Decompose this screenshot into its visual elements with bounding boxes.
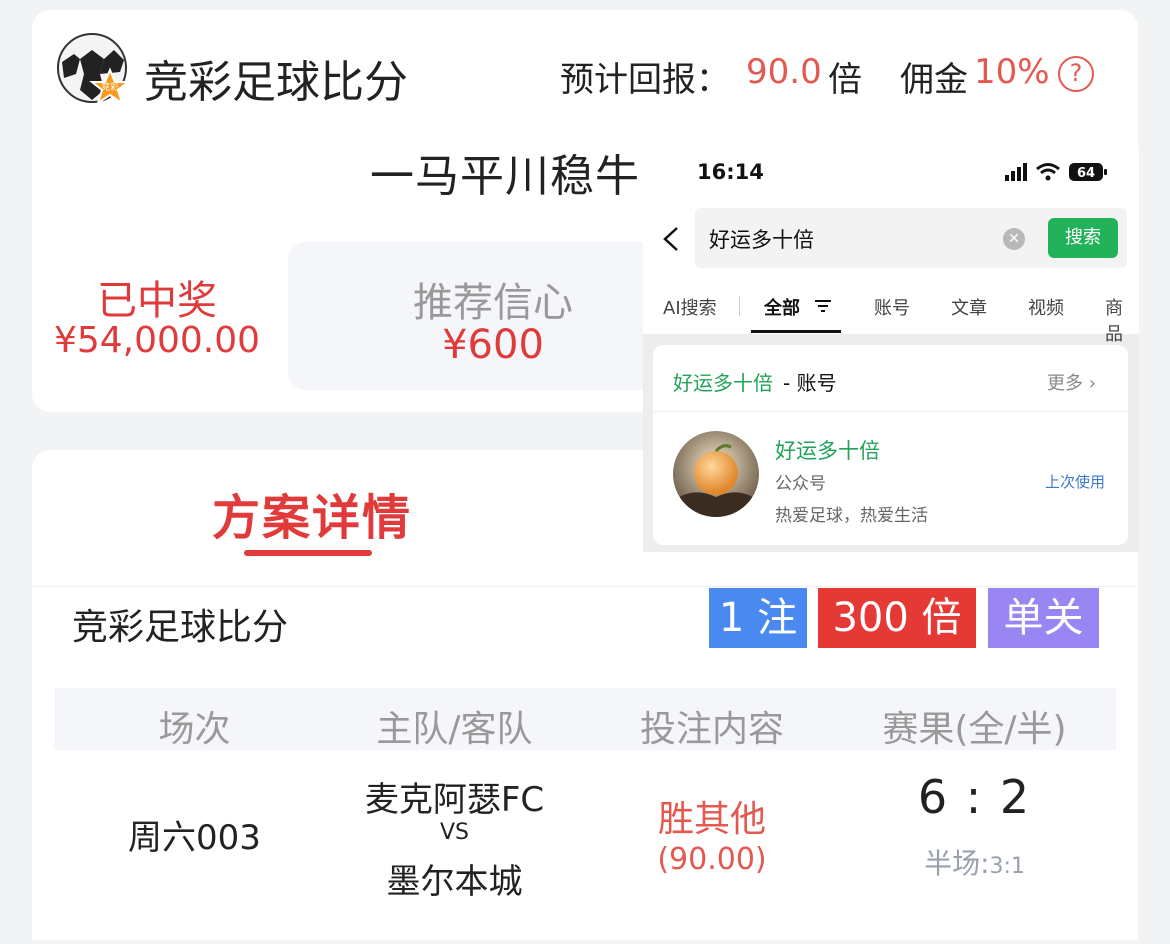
account-bio: 热爱足球，热爱生活: [775, 506, 928, 526]
result-header-suffix: - 账号: [783, 371, 837, 395]
help-icon[interactable]: ?: [1058, 56, 1094, 92]
result-header-name: 好运多十倍: [673, 371, 773, 395]
away-team: 墨尔本城: [386, 862, 523, 902]
account-result-card[interactable]: 好运多十倍 - 账号 更多 › 好运多十倍 公众号 热爱足球，热爱生活 上次使用: [653, 345, 1128, 545]
last-used-badge: 上次使用: [1045, 473, 1106, 491]
bet-odds: (90.00): [657, 842, 767, 877]
won-amount: ¥54,000.00: [53, 320, 261, 361]
svg-text:竞彩: 竞彩: [101, 81, 119, 93]
tab-products[interactable]: 商品: [1105, 294, 1139, 346]
back-chevron-icon[interactable]: [659, 224, 683, 254]
half-time-score: 半场:3:1: [852, 842, 1097, 882]
confidence-value: ¥600: [442, 322, 544, 368]
confidence-label: 推荐信心: [413, 280, 573, 326]
divider: [32, 586, 1138, 587]
status-time: 16:14: [697, 160, 764, 184]
more-label: 更多: [1047, 373, 1083, 394]
notes-count-badge: 1 注: [709, 588, 807, 648]
battery-level: 64: [1077, 166, 1095, 181]
tab-active-indicator: [751, 330, 841, 333]
status-icons: 64: [1003, 160, 1113, 184]
author-name: 一马平川稳牛: [370, 151, 640, 202]
search-header: 16:14 64 好运多十倍 ✕ 搜索 AI搜索 全部 账号 文章 视频 商品: [643, 148, 1139, 345]
account-type: 公众号: [775, 474, 826, 494]
column-header-teams: 主队/客队: [376, 709, 533, 750]
half-time-value: 3:1: [989, 854, 1025, 879]
column-header-result: 赛果(全/半): [882, 709, 1067, 750]
filter-icon[interactable]: [813, 298, 833, 314]
full-time-score: 6 : 2: [917, 770, 1032, 824]
tab-plan-details[interactable]: 方案详情: [212, 478, 412, 548]
tab-accounts[interactable]: 账号: [874, 294, 910, 320]
match-session: 周六003: [128, 818, 261, 858]
football-logo-icon: 竞彩: [56, 32, 134, 110]
commission-label: 佣金: [900, 60, 968, 100]
tab-active-indicator: [244, 550, 372, 556]
search-input[interactable]: 好运多十倍 ✕ 搜索: [695, 208, 1127, 268]
tab-videos[interactable]: 视频: [1028, 294, 1064, 320]
tab-ai-search[interactable]: AI搜索: [663, 294, 717, 320]
tab-all[interactable]: 全部: [764, 294, 800, 320]
bet-content: 胜其他: [657, 799, 766, 840]
search-button[interactable]: 搜索: [1048, 218, 1118, 258]
chevron-right-icon: ›: [1088, 373, 1096, 394]
tab-separator: [739, 296, 740, 316]
clear-icon[interactable]: ✕: [1003, 228, 1025, 250]
expected-return-unit: 倍: [828, 60, 862, 100]
search-query: 好运多十倍: [709, 228, 814, 252]
wechat-search-overlay: 16:14 64 好运多十倍 ✕ 搜索 AI搜索 全部 账号 文章 视频 商品 …: [643, 148, 1139, 552]
multiple-badge: 300 倍: [818, 588, 976, 648]
column-header-session: 场次: [158, 709, 231, 750]
table-header: 场次 主队/客队 投注内容 赛果(全/半): [54, 688, 1116, 750]
commission-value: 10%: [974, 52, 1050, 92]
vs-label: VS: [439, 820, 469, 845]
column-header-bet: 投注内容: [639, 709, 784, 750]
more-link[interactable]: 更多 ›: [1047, 369, 1096, 395]
divider: [653, 411, 1128, 412]
tab-articles[interactable]: 文章: [951, 294, 987, 320]
half-time-label: 半场:: [924, 847, 990, 880]
expected-return-value: 90.0: [746, 52, 822, 92]
won-status-label: 已中奖: [97, 278, 217, 324]
avatar[interactable]: [673, 431, 759, 517]
game-name: 竞彩足球比分: [72, 607, 289, 648]
pass-type-badge: 单关: [988, 588, 1099, 648]
home-team: 麦克阿瑟FC: [364, 780, 545, 820]
account-name: 好运多十倍: [775, 439, 880, 463]
expected-return-label: 预计回报：: [560, 60, 730, 100]
app-title: 竞彩足球比分: [144, 57, 408, 108]
